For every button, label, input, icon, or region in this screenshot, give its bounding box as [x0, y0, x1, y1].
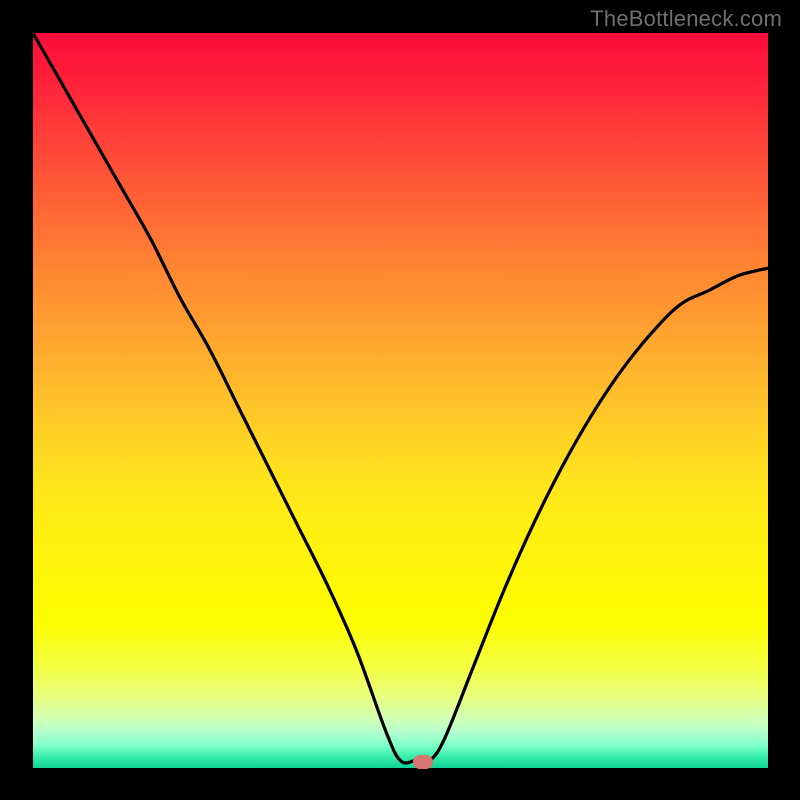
chart-frame: TheBottleneck.com: [0, 0, 800, 800]
optimum-marker: [413, 755, 433, 769]
bottleneck-curve-svg: [33, 33, 768, 768]
bottleneck-curve: [33, 33, 768, 763]
watermark-text: TheBottleneck.com: [590, 6, 782, 32]
plot-area: [33, 33, 768, 768]
